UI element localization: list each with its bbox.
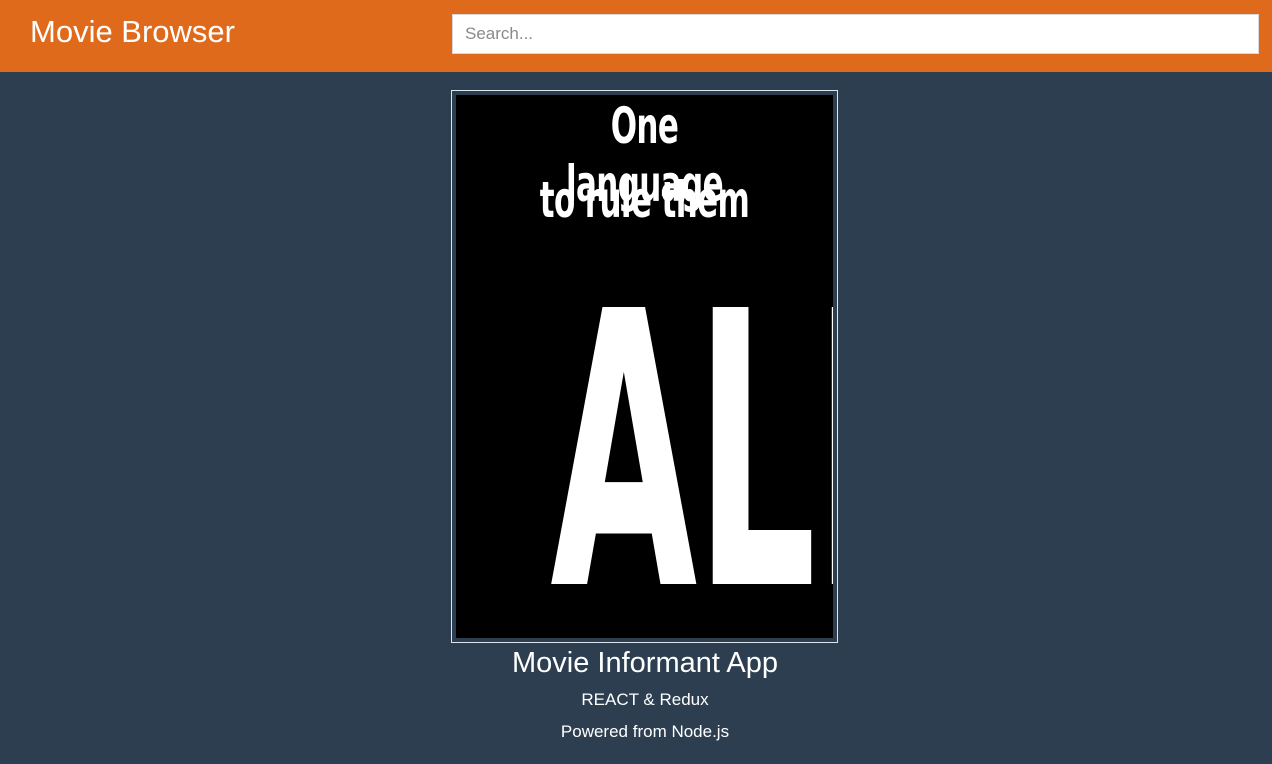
poster-big-word: ALL: [550, 231, 833, 639]
poster-frame: One language to rule them ALL: [451, 90, 838, 643]
app-subtitle: REACT & Redux: [581, 690, 709, 709]
app-title: Movie Informant App: [512, 647, 778, 679]
poster-line-2: to rule them: [539, 171, 750, 229]
poster-image: One language to rule them ALL: [456, 95, 833, 638]
search-input[interactable]: [452, 14, 1259, 54]
brand-title[interactable]: Movie Browser: [30, 12, 235, 52]
navbar: Movie Browser: [0, 0, 1272, 72]
powered-by-text: Powered from Node.js: [560, 722, 730, 741]
